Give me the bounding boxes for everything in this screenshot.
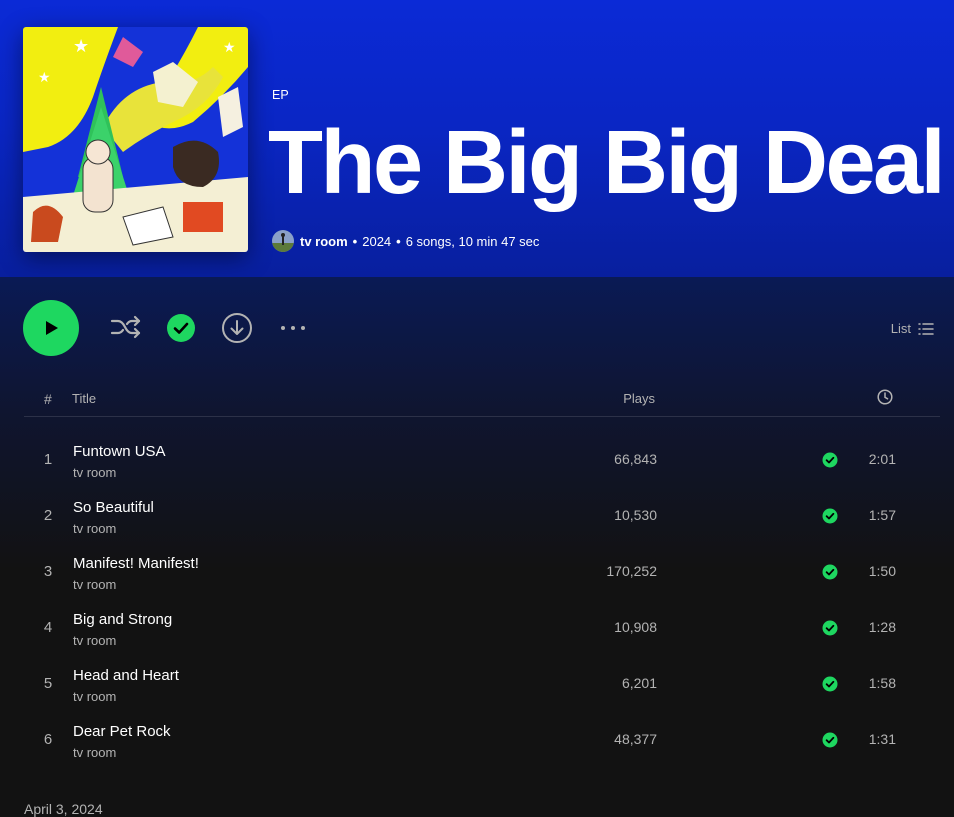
saved-check-icon[interactable] [822,564,838,580]
track-duration: 1:58 [868,675,896,691]
release-year: 2024 [362,233,392,249]
track-plays: 48,377 [614,731,657,747]
track-row[interactable]: 6 Dear Pet Rock tv room 48,377 1:31 [24,712,940,768]
track-title[interactable]: Dear Pet Rock [73,723,171,740]
track-plays: 170,252 [606,563,657,579]
more-options-icon [281,326,305,330]
track-title[interactable]: So Beautiful [73,499,154,516]
track-duration: 1:50 [868,563,896,579]
separator-dot: • [352,233,358,249]
shuffle-icon [110,315,141,339]
action-bar: List [0,277,954,377]
saved-check-icon [167,314,195,342]
saved-check-icon[interactable] [822,452,838,468]
saved-check-icon[interactable] [822,620,838,636]
download-button[interactable] [221,312,253,344]
album-summary: 6 songs, 10 min 47 sec [405,233,540,249]
svg-text:★: ★ [38,69,51,85]
track-row[interactable]: 4 Big and Strong tv room 10,908 1:28 [24,600,940,656]
track-title[interactable]: Big and Strong [73,611,172,628]
play-icon [46,321,58,335]
more-options-button[interactable] [279,319,309,337]
track-title[interactable]: Head and Heart [73,667,179,684]
track-row[interactable]: 1 Funtown USA tv room 66,843 2:01 [24,432,940,488]
album-header: ★ ★ ★ EP The Big Big Deal tv room • 2024… [0,0,954,277]
tracklist-header: # Title Plays [24,383,940,417]
shuffle-button[interactable] [109,312,143,344]
track-number: 4 [43,619,53,636]
column-duration [877,389,893,408]
album-type: EP [272,88,289,102]
track-plays: 10,530 [614,507,657,523]
saved-check-icon[interactable] [822,676,838,692]
view-toggle-label: List [890,321,911,336]
track-duration: 1:28 [868,619,896,635]
track-number: 2 [43,507,53,524]
track-artist[interactable]: tv room [73,465,116,480]
track-artist[interactable]: tv room [73,633,116,648]
track-duration: 1:57 [868,507,896,523]
track-number: 1 [43,451,53,468]
track-title[interactable]: Funtown USA [73,443,166,460]
track-artist[interactable]: tv room [73,689,116,704]
track-plays: 66,843 [614,451,657,467]
track-artist[interactable]: tv room [73,521,116,536]
column-number: # [44,391,52,407]
artist-link[interactable]: tv room [300,234,348,249]
saved-check-icon[interactable] [822,732,838,748]
download-icon [222,313,252,343]
track-row[interactable]: 5 Head and Heart tv room 6,201 1:58 [24,656,940,712]
track-number: 6 [43,731,53,748]
release-date: April 3, 2024 [24,801,103,817]
track-title[interactable]: Manifest! Manifest! [73,555,199,572]
track-plays: 6,201 [621,675,657,691]
column-plays: Plays [623,391,655,406]
track-row[interactable]: 2 So Beautiful tv room 10,530 1:57 [24,488,940,544]
track-number: 3 [43,563,53,580]
track-plays: 10,908 [614,619,657,635]
track-artist[interactable]: tv room [73,577,116,592]
track-duration: 1:31 [868,731,896,747]
separator-dot: • [396,233,401,249]
saved-to-library-button[interactable] [166,313,196,343]
column-title: Title [72,391,97,406]
track-duration: 2:01 [868,451,896,467]
play-button[interactable] [23,300,79,356]
clock-icon [877,389,893,405]
track-number: 5 [43,675,53,692]
artist-avatar[interactable] [272,230,294,252]
track-artist[interactable]: tv room [73,745,116,760]
saved-check-icon[interactable] [822,508,838,524]
album-meta: tv room • 2024 • 6 songs, 10 min 47 sec [272,230,539,252]
list-view-icon [918,322,934,335]
album-title: The Big Big Deal [268,113,946,213]
view-toggle-button[interactable]: List [891,321,934,336]
album-cover: ★ ★ ★ [23,27,248,252]
track-row[interactable]: 3 Manifest! Manifest! tv room 170,252 1:50 [24,544,940,600]
svg-text:★: ★ [223,39,236,55]
svg-text:★: ★ [73,36,89,56]
